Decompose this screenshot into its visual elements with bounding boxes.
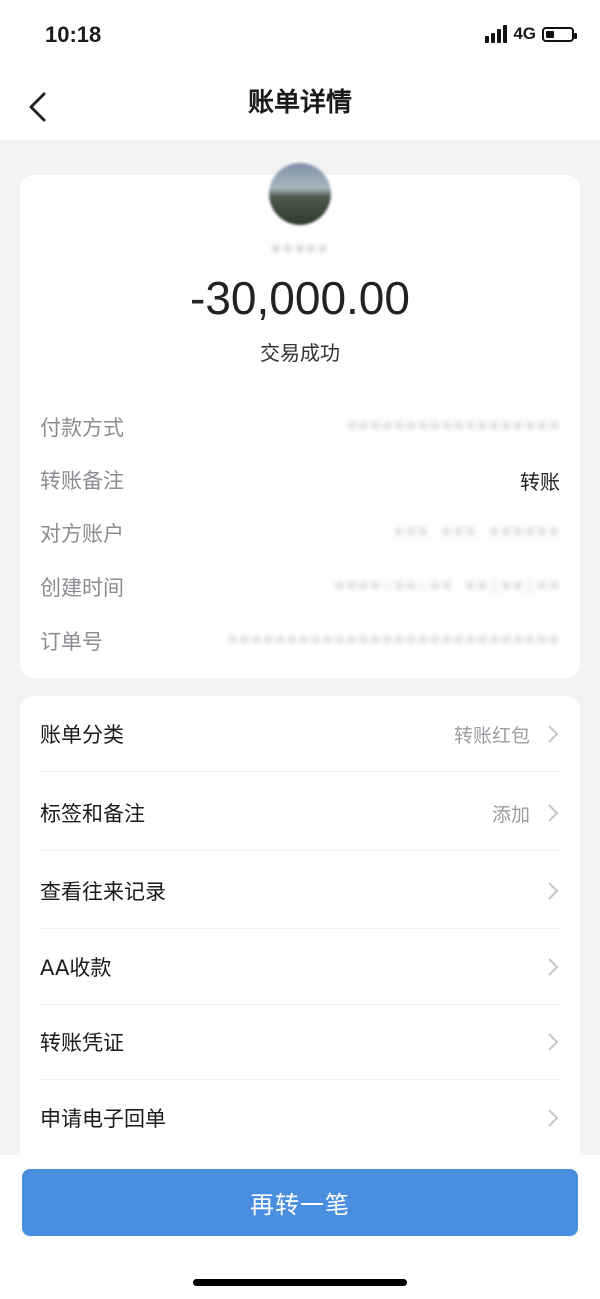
- signal-icon: [485, 25, 508, 43]
- chevron-right-icon: [548, 882, 559, 900]
- chevron-right-icon: [548, 958, 559, 976]
- detail-label: 创建时间: [40, 576, 124, 600]
- detail-row-created-time: 创建时间 ••••-••-•• ••:••:••: [40, 567, 560, 607]
- transaction-amount: -30,000.00: [190, 272, 410, 324]
- detail-row-order-number: 订单号 ••••••••••••••••••••••••••••: [40, 621, 560, 661]
- menu-item-value: 添加: [491, 803, 530, 826]
- transaction-card: ••••• -30,000.00 交易成功 付款方式 •••••••••••••…: [20, 163, 580, 678]
- home-indicator: [193, 1279, 407, 1286]
- menu-item-label: 转账凭证: [40, 1031, 124, 1055]
- menu-item-label: 标签和备注: [40, 802, 145, 826]
- divider: [40, 771, 560, 772]
- bottom-bar: 再转一笔: [0, 1155, 600, 1299]
- network-type: 4G: [513, 24, 536, 43]
- menu-item-e-receipt[interactable]: 申请电子回单: [20, 1080, 580, 1156]
- menu-item-transfer-voucher[interactable]: 转账凭证: [20, 1004, 580, 1080]
- divider: [40, 850, 560, 851]
- detail-value: ••••••••••••••••••: [345, 416, 560, 438]
- payee-avatar: [269, 163, 331, 225]
- payee-name[interactable]: •••••: [20, 239, 580, 260]
- menu-item-value: 转账红包: [453, 724, 530, 747]
- page-title: 账单详情: [247, 88, 352, 118]
- chevron-right-icon: [548, 804, 559, 822]
- chevron-right-icon: [548, 1109, 559, 1127]
- menu-item-label: 查看往来记录: [40, 880, 166, 904]
- detail-label: 对方账户: [40, 522, 124, 546]
- actions-card: 账单分类 转账红包 标签和备注 添加 查看往来记录 AA收款 转账凭证 申请电子…: [20, 696, 580, 1166]
- menu-item-label: AA收款: [40, 956, 112, 980]
- menu-item-aa-collect[interactable]: AA收款: [20, 929, 580, 1005]
- detail-value: ••• ••• ••••••: [393, 522, 560, 544]
- chevron-right-icon: [548, 1033, 559, 1051]
- menu-item-tags-notes[interactable]: 标签和备注 添加: [20, 775, 580, 851]
- menu-item-bill-category[interactable]: 账单分类 转账红包: [20, 696, 580, 772]
- status-bar: 10:18 4G: [0, 0, 600, 70]
- detail-value: ••••-••-•• ••:••:••: [333, 576, 560, 598]
- detail-value[interactable]: ••••••••••••••••••••••••••••: [227, 630, 560, 652]
- battery-level: [546, 30, 554, 38]
- battery-icon: [542, 26, 577, 42]
- chevron-right-icon: [548, 725, 559, 743]
- menu-item-label: 账单分类: [40, 723, 124, 747]
- detail-label: 订单号: [40, 630, 103, 654]
- nav-bar: 账单详情: [0, 70, 600, 140]
- status-icons: 4G: [485, 24, 577, 44]
- transfer-again-button[interactable]: 再转一笔: [22, 1169, 578, 1236]
- payee-name-text: •••••: [270, 239, 330, 260]
- menu-item-label: 申请电子回单: [40, 1107, 166, 1131]
- detail-value: 转账: [520, 469, 560, 494]
- transaction-status: 交易成功: [260, 341, 340, 365]
- detail-row-payment-method: 付款方式 ••••••••••••••••••: [40, 407, 560, 447]
- status-time: 10:18: [45, 22, 102, 47]
- detail-row-counterparty: 对方账户 ••• ••• ••••••: [40, 513, 560, 553]
- menu-item-history[interactable]: 查看往来记录: [20, 853, 580, 929]
- detail-label: 付款方式: [40, 416, 124, 440]
- detail-label: 转账备注: [40, 469, 124, 493]
- detail-row-note: 转账备注 转账: [40, 460, 560, 500]
